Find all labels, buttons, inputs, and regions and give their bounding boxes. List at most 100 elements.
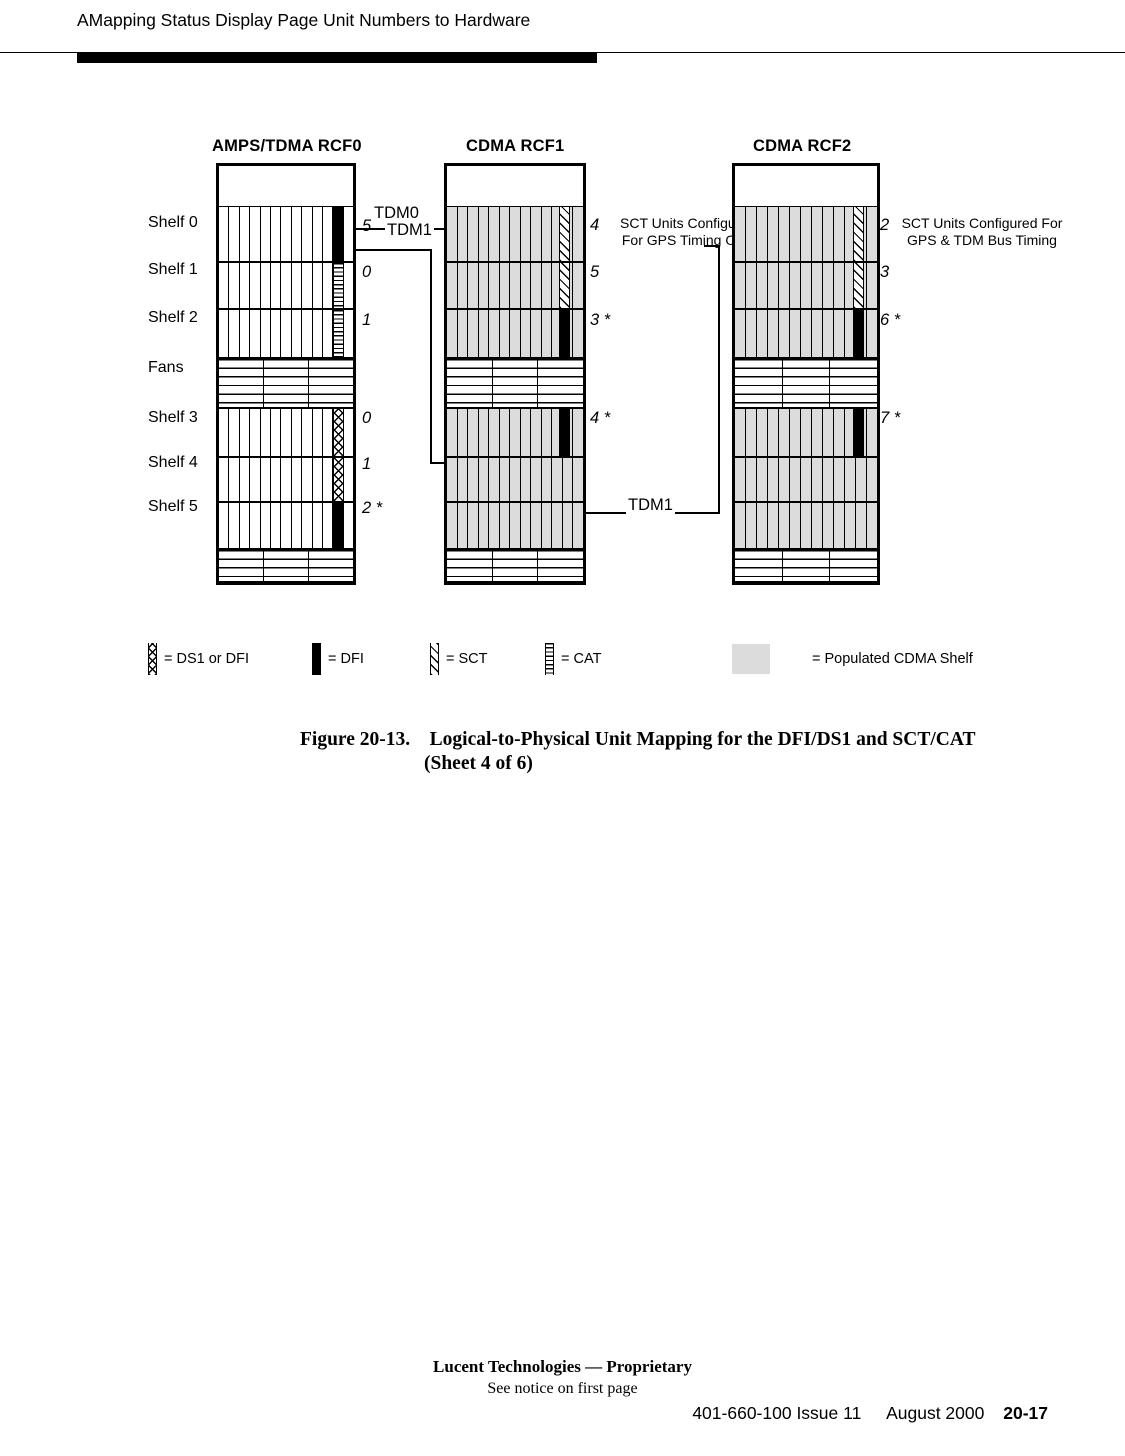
dfi-swatch-icon	[312, 643, 321, 675]
rcf2-shelf-1-sct-marker	[853, 263, 864, 308]
rcf0-shelf-3-ds1-marker	[333, 409, 344, 456]
rcf1-shelf-5	[447, 502, 583, 549]
rack-rcf0	[216, 163, 356, 585]
tdm1-bottom-wire-v	[718, 245, 720, 513]
figure-diagram: AMPS/TDMA RCF0 CDMA RCF1 CDMA RCF2 Shelf…	[0, 0, 1125, 800]
footer-proprietary: Lucent Technologies — Proprietary	[433, 1357, 692, 1376]
legend-label-ds1-or-dfi: = DS1 or DFI	[164, 651, 250, 667]
rcf1-fan-tray	[447, 358, 584, 408]
rcf2-shelf-5	[735, 502, 877, 549]
rcf2-bottom-fan-tray	[735, 549, 878, 582]
shelf-label-0: Shelf 0	[148, 214, 198, 231]
cat-swatch-icon	[545, 643, 554, 675]
legend-label-sct: = SCT	[446, 651, 488, 667]
shelf-label-fans: Fans	[148, 359, 184, 376]
rcf0-unit-number-1: 0	[362, 263, 372, 281]
rcf2-bottom-fan-cells	[735, 550, 878, 581]
figure-legend: = DS1 or DFI = DFI = SCT = CAT = Populat…	[140, 636, 1000, 682]
rack-rcf1	[444, 163, 586, 585]
rcf2-shelf-3	[735, 408, 877, 457]
legend-item-sct: = SCT	[430, 636, 488, 682]
rcf1-shelf-2	[447, 309, 583, 358]
rcf2-shelf-4-slots	[735, 458, 877, 501]
legend-item-cat: = CAT	[545, 636, 601, 682]
rcf2-unit-number-0: 2	[880, 216, 890, 234]
rcf0-shelf-4	[219, 457, 354, 502]
rcf0-shelf-3	[219, 408, 354, 457]
rcf0-shelf-2	[219, 309, 354, 358]
rcf1-shelf-0-sct-marker	[559, 207, 570, 261]
rcf2-shelf-0-sct-marker	[853, 207, 864, 261]
rcf1-shelf-4	[447, 457, 583, 502]
rcf1-top-panel	[447, 166, 583, 206]
footer-notice: See notice on first page	[487, 1380, 638, 1397]
rcf2-shelf-0	[735, 206, 877, 262]
rack-title-rcf1: CDMA RCF1	[466, 137, 565, 155]
tdm1-top-label: TDM1	[385, 221, 434, 240]
shelf-label-5: Shelf 5	[148, 498, 198, 515]
legend-label-dfi: = DFI	[328, 651, 364, 667]
rcf2-top-panel	[735, 166, 877, 206]
figure-caption-line2: (Sheet 4 of 6)	[424, 753, 533, 774]
rcf0-shelf-0	[219, 206, 354, 262]
tdm1-bottom-label: TDM1	[626, 496, 675, 515]
rcf0-bottom-fan-cells	[219, 550, 353, 581]
rcf1-unit-number-3: 4 *	[590, 409, 611, 427]
rack-title-rcf2: CDMA RCF2	[753, 137, 852, 155]
rcf0-top-panel	[219, 166, 353, 206]
footer-date: August 2000	[886, 1403, 985, 1423]
rcf1-shelf-2-dfi-marker	[559, 310, 570, 357]
rcf1-bottom-fan-tray	[447, 549, 584, 582]
rcf1-shelf-4-slots	[447, 458, 583, 501]
rcf2-fan-tray-cells	[735, 359, 878, 407]
footer-doc-number: 401-660-100 Issue 11	[692, 1403, 862, 1423]
rcf0-shelf-5-dfi-marker	[333, 503, 344, 548]
legend-item-dfi: = DFI	[312, 636, 364, 682]
rcf0-unit-number-0: 5	[362, 217, 372, 235]
rcf1-shelf-1-sct-marker	[559, 263, 570, 308]
tdm1-top-wire-h	[356, 249, 432, 251]
rcf1-shelf-0	[447, 206, 583, 262]
rcf0-fan-tray	[219, 358, 353, 408]
footer-meta: 401-660-100 Issue 11 August 2000 20-17	[692, 1403, 1048, 1424]
legend-label-populated-shelf: = Populated CDMA Shelf	[812, 651, 973, 667]
rcf2-unit-number-1: 3	[880, 263, 890, 281]
rcf2-sct-note: SCT Units Configured For GPS & TDM Bus T…	[901, 215, 1063, 248]
rcf0-unit-number-3: 0	[362, 409, 372, 427]
rcf0-bottom-fan-tray	[219, 549, 353, 582]
sct-swatch-icon	[430, 643, 439, 675]
legend-item-ds1-or-dfi: = DS1 or DFI	[148, 636, 249, 682]
rcf1-unit-number-1: 5	[590, 263, 600, 281]
shelf-label-4: Shelf 4	[148, 454, 198, 471]
shelf-label-1: Shelf 1	[148, 261, 198, 278]
rcf2-shelf-5-slots	[735, 503, 877, 548]
rcf0-fan-tray-cells	[219, 359, 353, 407]
figure-caption: Figure 20-13. Logical-to-Physical Unit M…	[300, 728, 1090, 776]
footer-page-number: 20-17	[1003, 1403, 1048, 1423]
shelf-label-3: Shelf 3	[148, 409, 198, 426]
populated-shelf-swatch-icon	[732, 644, 770, 674]
rcf1-shelf-1	[447, 262, 583, 309]
rcf0-shelf-0-dfi-marker	[333, 207, 344, 261]
rcf0-shelf-5	[219, 502, 354, 549]
rcf0-shelf-1	[219, 262, 354, 309]
ds1-or-dfi-swatch-icon	[148, 643, 157, 675]
figure-caption-number: Figure 20-13.	[300, 729, 411, 750]
rcf1-shelf-5-slots	[447, 503, 583, 548]
rcf2-shelf-3-dfi-marker	[853, 409, 864, 456]
rcf2-unit-number-2: 6 *	[880, 311, 901, 329]
rcf0-shelf-4-ds1-marker	[333, 458, 344, 501]
rcf0-unit-number-4: 1	[362, 455, 372, 473]
rcf2-shelf-4	[735, 457, 877, 502]
rcf0-unit-number-2: 1	[362, 311, 372, 329]
legend-label-cat: = CAT	[561, 651, 602, 667]
rcf2-shelf-2-dfi-marker	[853, 310, 864, 357]
rcf0-unit-number-5: 2 *	[362, 499, 383, 517]
rcf2-shelf-2	[735, 309, 877, 358]
rcf2-unit-number-3: 7 *	[880, 409, 901, 427]
shelf-label-2: Shelf 2	[148, 309, 198, 326]
rcf1-unit-number-2: 3 *	[590, 311, 611, 329]
rcf1-shelf-3	[447, 408, 583, 457]
rcf1-fan-tray-cells	[447, 359, 584, 407]
rcf0-shelf-2-cat-marker	[333, 310, 344, 357]
